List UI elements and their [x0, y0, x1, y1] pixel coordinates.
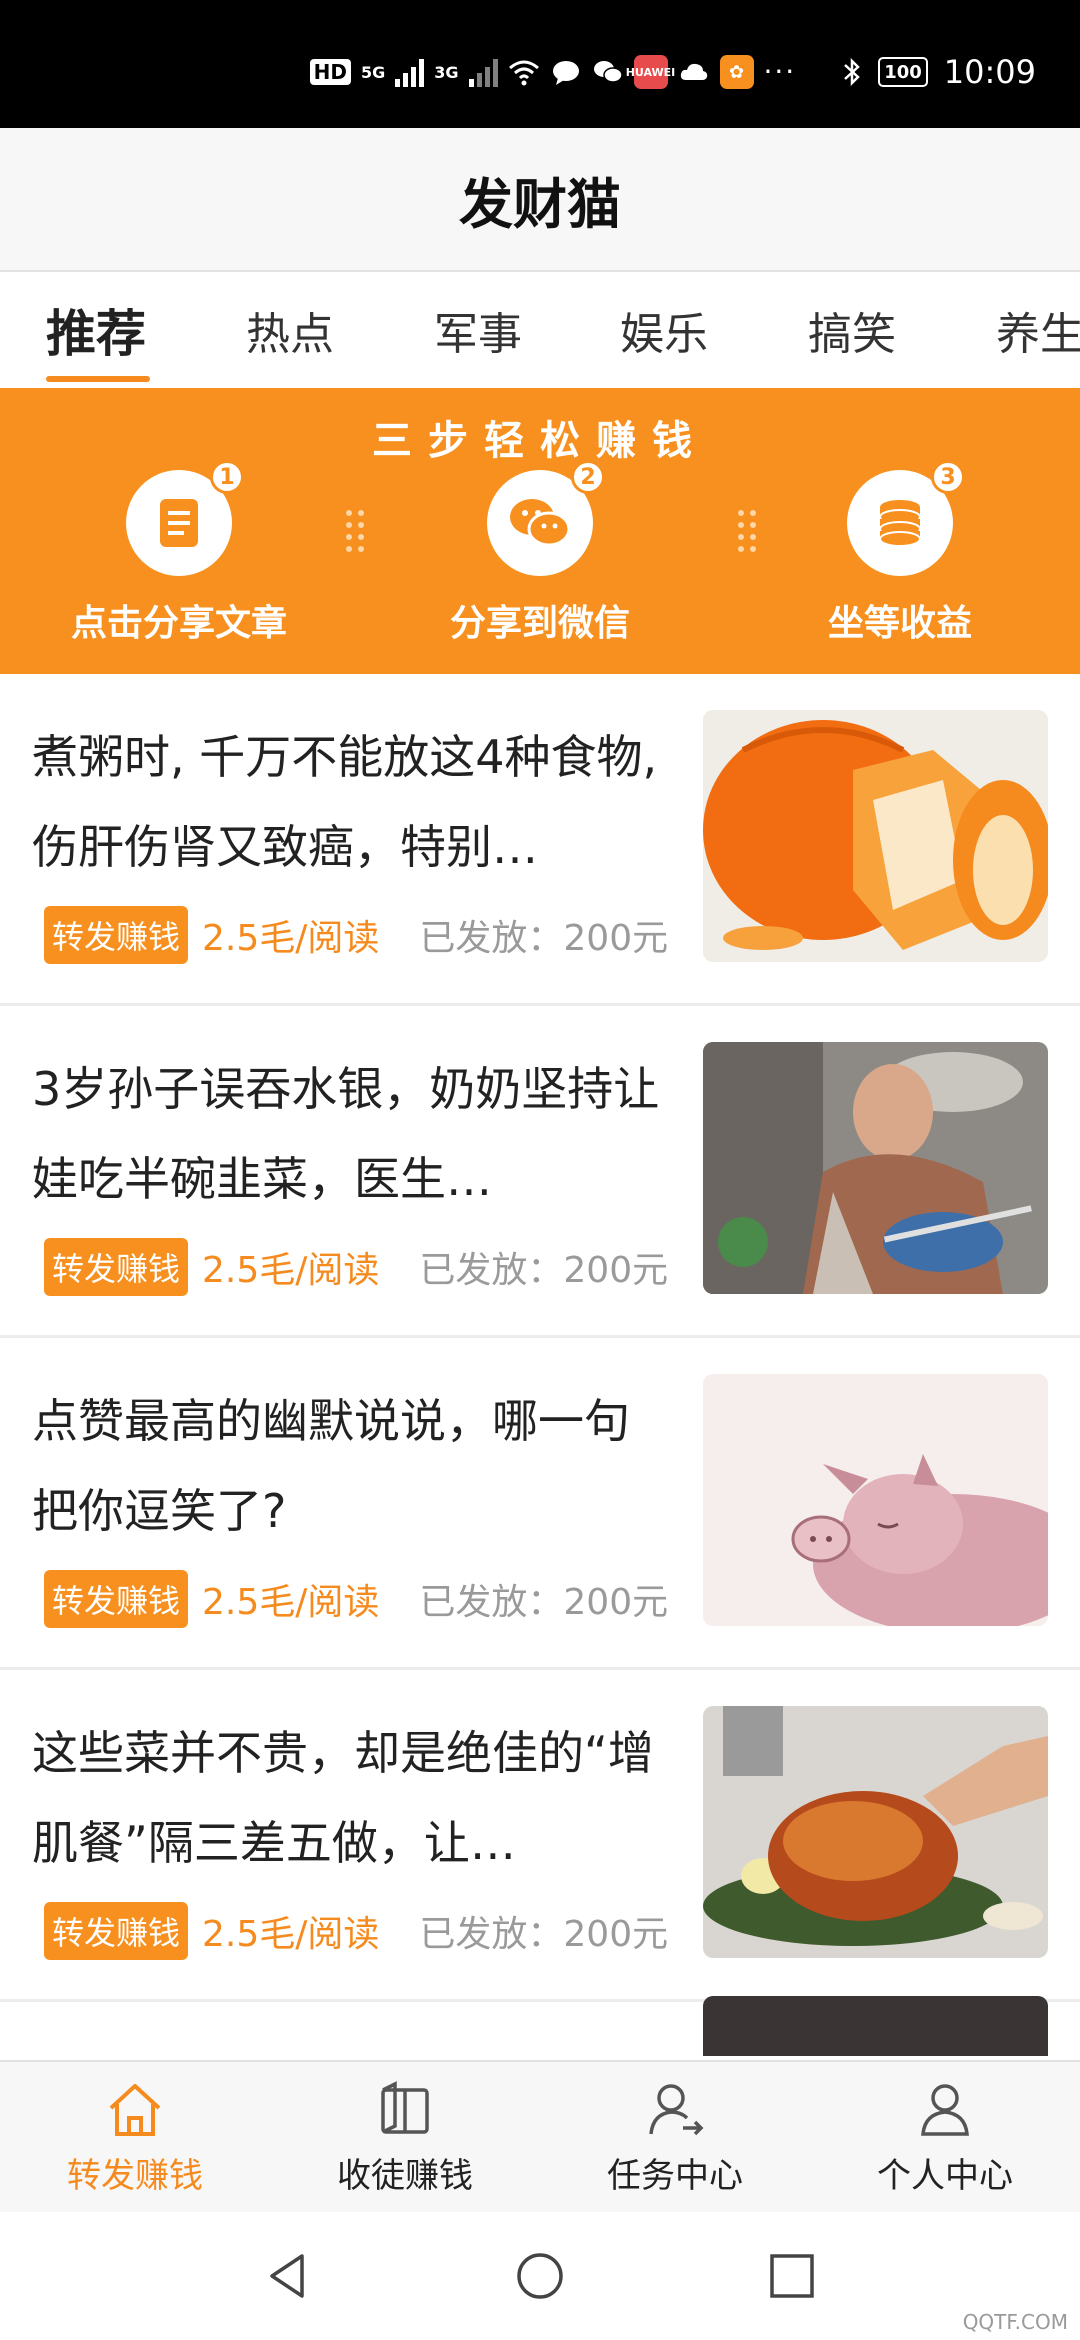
- network-5g-label: 5G: [360, 62, 386, 82]
- article-meta: 转发赚钱 2.5毛/阅读 已发放：200元: [44, 906, 668, 964]
- pumpkin-image[interactable]: [703, 710, 1048, 962]
- signal-3g-icon: [468, 57, 498, 87]
- more-notifications-icon: ···: [763, 55, 797, 88]
- nav-personal-center[interactable]: 个人中心: [810, 2062, 1080, 2212]
- watermark: QQTF.COM: [962, 2310, 1068, 2334]
- category-tabs: 推荐 热点 军事 娱乐 搞笑 养生: [0, 272, 1080, 388]
- tab-recommend[interactable]: 推荐: [46, 272, 146, 388]
- share-earn-badge[interactable]: 转发赚钱: [44, 1902, 189, 1960]
- wifi-icon: [508, 60, 539, 86]
- issued-amount: 已发放：200元: [419, 1914, 669, 1955]
- nav-label: 任务中心: [607, 2155, 743, 2196]
- app-header: 发财猫: [0, 128, 1080, 272]
- article-meta: 转发赚钱 2.5毛/阅读 已发放：200元: [44, 1570, 668, 1628]
- document-icon: 1: [126, 460, 244, 576]
- person-icon: [921, 2083, 969, 2136]
- status-bar: HD 5G 3G HUAWEI ✿ ··· 100 10:09: [0, 0, 1080, 128]
- network-3g-label: 3G: [434, 62, 459, 82]
- app-notification-icon: ✿: [719, 55, 754, 89]
- article-title[interactable]: 这些菜并不贵，却是绝佳的“增肌餐”隔三差五做，让…: [32, 1708, 672, 1888]
- book-icon: [381, 2080, 429, 2134]
- nav-share-earn[interactable]: 转发赚钱: [0, 2062, 270, 2212]
- share-earn-badge[interactable]: 转发赚钱: [44, 1570, 189, 1628]
- nav-task-center[interactable]: 任务中心: [540, 2062, 810, 2212]
- wechat-icon: 2: [487, 460, 605, 576]
- article-card[interactable]: 这些菜并不贵，却是绝佳的“增肌餐”隔三差五做，让… 转发赚钱 2.5毛/阅读 已…: [0, 1670, 1080, 2002]
- nav-label: 个人中心: [877, 2155, 1013, 2196]
- tab-military[interactable]: 军事: [434, 272, 522, 388]
- coins-icon: 3: [847, 460, 965, 576]
- bluetooth-icon: [844, 57, 861, 87]
- next-article-image[interactable]: [703, 1996, 1048, 2056]
- system-nav-bar: [0, 2212, 1080, 2340]
- battery-icon: 100: [878, 57, 928, 87]
- step-earn: 3 坐等收益: [740, 460, 1060, 646]
- hd-indicator: HD: [309, 59, 351, 85]
- step-separator: [358, 510, 372, 558]
- clock: 10:09: [943, 53, 1036, 91]
- step-number: 2: [571, 460, 605, 494]
- wechat-status-icon: [593, 61, 623, 83]
- step-number: 1: [210, 460, 244, 494]
- share-earn-badge[interactable]: 转发赚钱: [44, 1238, 189, 1296]
- article-feed: 煮粥时, 千万不能放这4种食物, 伤肝伤肾又致癌，特别… 转发赚钱 2.5毛/阅…: [0, 674, 1080, 2002]
- cartoon-pig-image[interactable]: [703, 1374, 1048, 1626]
- signal-5g-icon: [395, 57, 425, 87]
- banner-title: 三步轻松赚钱: [372, 418, 708, 464]
- tab-funny[interactable]: 搞笑: [808, 272, 896, 388]
- issued-amount: 已发放：200元: [419, 1250, 669, 1291]
- article-meta: 转发赚钱 2.5毛/阅读 已发放：200元: [44, 1238, 668, 1296]
- step-share-wechat: 2 分享到微信: [380, 460, 700, 646]
- issued-amount: 已发放：200元: [419, 1582, 669, 1623]
- article-card[interactable]: 煮粥时, 千万不能放这4种食物, 伤肝伤肾又致癌，特别… 转发赚钱 2.5毛/阅…: [0, 674, 1080, 1006]
- tab-entertainment[interactable]: 娱乐: [620, 272, 708, 388]
- article-title[interactable]: 煮粥时, 千万不能放这4种食物, 伤肝伤肾又致癌，特别…: [32, 712, 672, 892]
- bottom-nav: 转发赚钱 收徒赚钱 任务中心 个人中心: [0, 2060, 1080, 2212]
- article-meta: 转发赚钱 2.5毛/阅读 已发放：200元: [44, 1902, 668, 1960]
- active-tab-indicator: [46, 376, 150, 382]
- earn-steps-banner[interactable]: 三步轻松赚钱 1 点击分享文章 2 分享到微信 3 坐等收益: [0, 388, 1080, 674]
- reward-rate: 2.5毛/阅读: [202, 1582, 380, 1623]
- user-task-icon: [649, 2083, 704, 2135]
- huawei-app-icon: HUAWEI: [626, 55, 675, 89]
- issued-amount: 已发放：200元: [419, 918, 669, 959]
- message-icon: [552, 61, 579, 85]
- cloud-icon: [680, 63, 707, 80]
- recent-apps-icon[interactable]: [766, 2250, 818, 2302]
- grandma-child-image[interactable]: [703, 1042, 1048, 1294]
- status-icons: HD 5G 3G HUAWEI ✿ ··· 100 10:09: [309, 52, 1036, 92]
- step-share-article: 1 点击分享文章: [19, 460, 339, 646]
- home-icon: [109, 2083, 161, 2136]
- home-circle-icon[interactable]: [514, 2250, 566, 2302]
- step-number: 3: [931, 460, 965, 494]
- article-title[interactable]: 3岁孙子误吞水银，奶奶坚持让娃吃半碗韭菜，医生…: [32, 1044, 672, 1224]
- reward-rate: 2.5毛/阅读: [202, 1914, 380, 1955]
- nav-label: 转发赚钱: [67, 2155, 203, 2196]
- article-card[interactable]: 点赞最高的幽默说说，哪一句把你逗笑了? 转发赚钱 2.5毛/阅读 已发放：200…: [0, 1338, 1080, 1670]
- share-earn-badge[interactable]: 转发赚钱: [44, 906, 189, 964]
- tab-hot[interactable]: 热点: [246, 272, 334, 388]
- page-title: 发财猫: [459, 172, 621, 236]
- step-label: 坐等收益: [827, 603, 972, 644]
- tab-health[interactable]: 养生: [996, 272, 1080, 388]
- article-card[interactable]: 3岁孙子误吞水银，奶奶坚持让娃吃半碗韭菜，医生… 转发赚钱 2.5毛/阅读 已发…: [0, 1006, 1080, 1338]
- article-title[interactable]: 点赞最高的幽默说说，哪一句把你逗笑了?: [32, 1376, 672, 1556]
- step-label: 分享到微信: [449, 603, 630, 644]
- reward-rate: 2.5毛/阅读: [202, 918, 380, 959]
- roast-chicken-image[interactable]: [703, 1706, 1048, 1958]
- reward-rate: 2.5毛/阅读: [202, 1250, 380, 1291]
- nav-label: 收徒赚钱: [337, 2155, 473, 2196]
- nav-recruit-earn[interactable]: 收徒赚钱: [270, 2062, 540, 2212]
- step-label: 点击分享文章: [70, 603, 287, 644]
- back-icon[interactable]: [262, 2250, 314, 2302]
